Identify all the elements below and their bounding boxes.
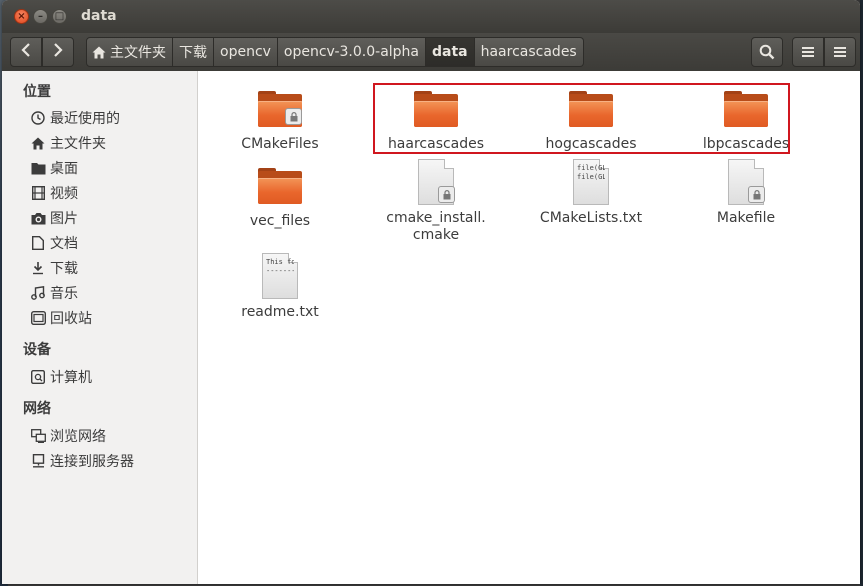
sidebar: 位置 最近使用的 主文件夹 桌面 视频 图片 文档 下载 音乐 回收站 设备 计… <box>2 71 198 584</box>
document-icon <box>30 235 46 251</box>
film-icon <box>30 185 46 201</box>
sidebar-item-label: 回收站 <box>50 311 92 327</box>
file-name: readme.txt <box>241 304 319 320</box>
sidebar-item-label: 连接到服务器 <box>50 454 134 470</box>
file-name: vec_files <box>249 213 311 229</box>
sidebar-item-computer[interactable]: 计算机 <box>30 367 92 387</box>
text-file-icon: file(GL file(GL <box>567 159 615 207</box>
breadcrumb-label: data <box>432 44 468 60</box>
sidebar-item-label: 计算机 <box>50 370 92 386</box>
sidebar-item-label: 下载 <box>50 261 78 277</box>
breadcrumb-home[interactable]: 主文件夹 <box>86 37 173 67</box>
lock-icon <box>285 108 302 125</box>
sidebar-item-label: 音乐 <box>50 286 78 302</box>
highlight-box <box>373 83 790 154</box>
sidebar-item-label: 图片 <box>50 211 78 227</box>
file-name: cmake_install. cmake <box>386 210 486 243</box>
breadcrumb-label: 主文件夹 <box>110 45 166 61</box>
sidebar-item-label: 浏览网络 <box>50 429 106 445</box>
clock-icon <box>30 110 46 126</box>
sidebar-item-documents[interactable]: 文档 <box>30 233 78 253</box>
minimize-window-button[interactable]: – <box>33 9 48 24</box>
sidebar-header-places: 位置 <box>23 84 51 100</box>
lock-icon <box>438 186 455 203</box>
sidebar-item-music[interactable]: 音乐 <box>30 283 78 303</box>
menu-button[interactable] <box>824 37 856 67</box>
sidebar-item-desktop[interactable]: 桌面 <box>30 158 78 178</box>
file-name: Makefile <box>716 210 776 226</box>
sidebar-item-videos[interactable]: 视频 <box>30 183 78 203</box>
chevron-left-icon <box>21 43 30 57</box>
breadcrumb-label: opencv <box>220 44 271 60</box>
network-icon <box>30 428 46 444</box>
breadcrumb-data[interactable]: data <box>426 37 475 67</box>
breadcrumb-opencv[interactable]: opencv <box>214 37 278 67</box>
desktop-folder-icon <box>30 160 46 176</box>
file-preview-text: file(GL file(GL <box>577 164 605 181</box>
music-icon <box>30 285 46 301</box>
forward-button[interactable] <box>42 37 74 67</box>
folder-icon <box>256 162 304 210</box>
sidebar-header-devices: 设备 <box>23 342 51 358</box>
sidebar-item-label: 文档 <box>50 236 78 252</box>
sidebar-header-network: 网络 <box>23 401 51 417</box>
text-file-icon: This fo -------- <box>256 253 304 301</box>
trash-icon <box>30 310 46 326</box>
folder-icon <box>256 85 304 133</box>
server-icon <box>30 453 46 469</box>
download-icon <box>30 260 46 276</box>
breadcrumb-opencv-alpha[interactable]: opencv-3.0.0-alpha <box>277 37 426 67</box>
sidebar-item-downloads[interactable]: 下载 <box>30 258 78 278</box>
list-view-icon <box>802 47 814 57</box>
file-item[interactable]: This fo -------- readme.txt <box>215 253 345 321</box>
search-icon <box>759 44 775 60</box>
back-button[interactable] <box>10 37 42 67</box>
sidebar-item-recent[interactable]: 最近使用的 <box>30 108 120 128</box>
sidebar-item-label: 视频 <box>50 186 78 202</box>
folder-item[interactable]: vec_files <box>215 162 345 230</box>
file-name: CMakeFiles <box>241 136 319 152</box>
close-window-button[interactable]: × <box>14 9 29 24</box>
window-title: data <box>81 8 117 24</box>
sidebar-item-label: 主文件夹 <box>50 136 106 152</box>
list-view-button[interactable] <box>792 37 824 67</box>
breadcrumb-downloads[interactable]: 下载 <box>173 37 214 67</box>
home-icon <box>30 135 46 151</box>
file-item[interactable]: Makefile <box>681 159 811 227</box>
sidebar-item-pictures[interactable]: 图片 <box>30 208 78 228</box>
breadcrumb-label: haarcascades <box>480 44 577 60</box>
toolbar: 主文件夹 下载 opencv opencv-3.0.0-alpha data h… <box>2 33 860 71</box>
maximize-window-button[interactable]: □ <box>52 9 67 24</box>
breadcrumb-label: 下载 <box>179 45 207 61</box>
sidebar-item-trash[interactable]: 回收站 <box>30 308 92 328</box>
breadcrumb: 主文件夹 下载 opencv opencv-3.0.0-alpha data h… <box>86 37 584 67</box>
breadcrumb-haarcascades[interactable]: haarcascades <box>474 37 584 67</box>
file-item[interactable]: cmake_install. cmake <box>371 159 501 244</box>
file-item[interactable]: file(GL file(GL CMakeLists.txt <box>526 159 656 227</box>
title-bar[interactable]: × – □ data <box>2 0 860 33</box>
chevron-right-icon <box>54 43 63 57</box>
file-icon <box>722 159 770 207</box>
sidebar-item-browse-network[interactable]: 浏览网络 <box>30 426 106 446</box>
search-button[interactable] <box>751 37 783 67</box>
file-preview-text: This fo -------- <box>266 258 294 275</box>
drive-icon <box>30 369 46 385</box>
sidebar-item-label: 桌面 <box>50 161 78 177</box>
sidebar-item-connect-server[interactable]: 连接到服务器 <box>30 451 134 471</box>
camera-icon <box>30 210 46 226</box>
lock-icon <box>748 186 765 203</box>
file-icon <box>412 159 460 207</box>
breadcrumb-label: opencv-3.0.0-alpha <box>283 44 419 60</box>
folder-item[interactable]: CMakeFiles <box>215 85 345 153</box>
home-icon <box>92 46 106 59</box>
sidebar-item-label: 最近使用的 <box>50 111 120 127</box>
sidebar-item-home[interactable]: 主文件夹 <box>30 133 106 153</box>
file-name: CMakeLists.txt <box>539 210 643 226</box>
menu-icon <box>834 47 846 57</box>
